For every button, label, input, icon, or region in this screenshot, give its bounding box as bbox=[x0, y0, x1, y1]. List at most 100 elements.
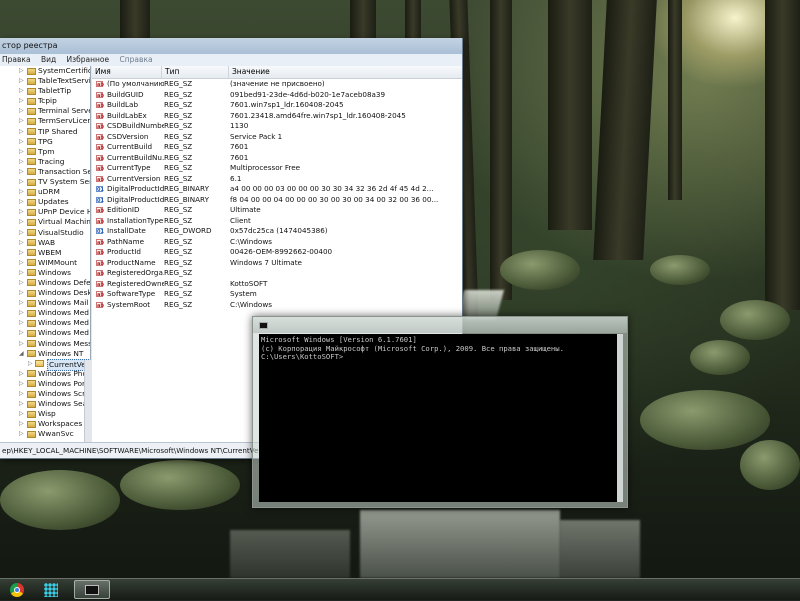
tree-scrollbar[interactable] bbox=[84, 360, 91, 442]
tree-node[interactable]: ▷ Tracing bbox=[0, 157, 90, 167]
cmd-scrollbar[interactable] bbox=[617, 334, 623, 502]
tree-node[interactable]: ▷ Transaction Se bbox=[0, 167, 90, 177]
column-header-type[interactable]: Тип bbox=[162, 66, 229, 78]
tree-node[interactable]: ▷ TIP Shared bbox=[0, 127, 90, 137]
tree-node[interactable]: ▷ Windows Med bbox=[0, 318, 90, 328]
expand-arrow-icon[interactable]: ▷ bbox=[19, 409, 24, 419]
tree-node[interactable]: ▷ Windows Med bbox=[0, 308, 90, 318]
tree-node[interactable]: ▷ Windows Desk bbox=[0, 288, 90, 298]
regedit-titlebar[interactable]: стор реестра bbox=[0, 38, 462, 54]
expand-arrow-icon[interactable]: ▷ bbox=[19, 76, 24, 86]
expand-arrow-icon[interactable]: ▷ bbox=[19, 147, 24, 157]
expand-arrow-icon[interactable]: ▷ bbox=[19, 268, 24, 278]
expand-arrow-icon[interactable]: ▷ bbox=[19, 207, 24, 217]
registry-value-row[interactable]: ab BuildLab REG_SZ 7601.win7sp1_ldr.160408-… bbox=[92, 100, 462, 111]
tree-node[interactable]: ▷ TabletTip bbox=[0, 86, 90, 96]
tree-node[interactable]: ▷ Terminal Serve bbox=[0, 106, 90, 116]
registry-value-row[interactable]: ab BuildGUID REG_SZ 091bed91-23de-4d6d-b020… bbox=[92, 90, 462, 101]
registry-value-row[interactable]: ab SoftwareType REG_SZ System bbox=[92, 289, 462, 300]
menu-edit[interactable]: Правка bbox=[2, 55, 31, 64]
taskbar-chrome-button[interactable] bbox=[2, 580, 32, 600]
expand-arrow-icon[interactable]: ▷ bbox=[19, 318, 24, 328]
expand-arrow-icon[interactable]: ▷ bbox=[19, 177, 24, 187]
expand-arrow-icon[interactable]: ▷ bbox=[19, 369, 24, 379]
registry-value-row[interactable]: ab InstallationType REG_SZ Client bbox=[92, 216, 462, 227]
tree-node[interactable]: ▷ Windows Phot bbox=[0, 369, 90, 379]
expand-arrow-icon[interactable]: ▷ bbox=[19, 399, 24, 409]
expand-arrow-icon[interactable]: ▷ bbox=[19, 298, 24, 308]
cmd-titlebar[interactable] bbox=[253, 317, 627, 333]
tree-node[interactable]: ▷ Tpm bbox=[0, 147, 90, 157]
expand-arrow-icon[interactable]: ▷ bbox=[19, 106, 24, 116]
tree-node[interactable]: ▷ Windows Scrip bbox=[0, 389, 90, 399]
expand-arrow-icon[interactable]: ▷ bbox=[19, 308, 24, 318]
registry-value-row[interactable]: ab CurrentBuild REG_SZ 7601 bbox=[92, 142, 462, 153]
registry-value-row[interactable]: ab CSDBuildNumber REG_SZ 1130 bbox=[92, 121, 462, 132]
registry-value-row[interactable]: ab RegisteredOrga... REG_SZ bbox=[92, 268, 462, 279]
registry-value-row[interactable]: ab CurrentType REG_SZ Multiprocessor Free bbox=[92, 163, 462, 174]
tree-node[interactable]: ▷ Windows Porta bbox=[0, 379, 90, 389]
tree-node[interactable]: ▷ WwanSvc bbox=[0, 429, 90, 439]
tree-node[interactable]: ▷ Updates bbox=[0, 197, 90, 207]
tree-node[interactable]: ▷ Windows Mess bbox=[0, 339, 90, 349]
console-output[interactable]: Microsoft Windows [Version 6.1.7601] (c) … bbox=[259, 334, 617, 502]
taskbar-cmd-button[interactable] bbox=[74, 580, 110, 599]
expand-arrow-icon[interactable]: ▷ bbox=[19, 379, 24, 389]
expand-arrow-icon[interactable]: ▷ bbox=[19, 248, 24, 258]
registry-value-row[interactable]: 01 DigitalProductId4 REG_BINARY f8 04 00 00… bbox=[92, 195, 462, 206]
expand-arrow-icon[interactable]: ▷ bbox=[19, 187, 24, 197]
tree-node[interactable]: ▷ UPnP Device H bbox=[0, 207, 90, 217]
registry-value-row[interactable]: 01 InstallDate REG_DWORD 0x57dc25ca (147404… bbox=[92, 226, 462, 237]
expand-arrow-icon[interactable]: ▷ bbox=[19, 328, 24, 338]
tree-node[interactable]: ▷ Virtual Machin bbox=[0, 217, 90, 227]
expand-arrow-icon[interactable]: ▷ bbox=[19, 96, 24, 106]
tree-node[interactable]: ▷ Windows Mail bbox=[0, 298, 90, 308]
tree-node[interactable]: ▷ Tcpip bbox=[0, 96, 90, 106]
registry-value-row[interactable]: ab (По умолчанию) REG_SZ (значение не присв… bbox=[92, 79, 462, 90]
expand-arrow-icon[interactable]: ▷ bbox=[19, 217, 24, 227]
tree-node[interactable]: ▷ TV System Ser bbox=[0, 177, 90, 187]
tree-node[interactable]: ▷ TableTextServi bbox=[0, 76, 90, 86]
column-header-data[interactable]: Значение bbox=[229, 66, 462, 78]
expand-arrow-icon[interactable]: ▷ bbox=[19, 197, 24, 207]
registry-value-row[interactable]: 01 DigitalProductId REG_BINARY a4 00 00 00 … bbox=[92, 184, 462, 195]
menu-view[interactable]: Вид bbox=[41, 55, 56, 64]
expand-arrow-icon[interactable]: ▷ bbox=[19, 389, 24, 399]
tree-node[interactable]: ▷ Windows Med bbox=[0, 328, 90, 338]
tree-node[interactable]: ▷ SystemCertific bbox=[0, 66, 90, 76]
registry-value-row[interactable]: ab CSDVersion REG_SZ Service Pack 1 bbox=[92, 132, 462, 143]
registry-value-row[interactable]: ab RegisteredOwner REG_SZ KottoSOFT bbox=[92, 279, 462, 290]
expand-arrow-icon[interactable]: ▷ bbox=[19, 288, 24, 298]
expand-arrow-icon[interactable]: ▷ bbox=[19, 137, 24, 147]
tree-node[interactable]: ▷ Windows Sear bbox=[0, 399, 90, 409]
tree-node[interactable]: ▷ WIMMount bbox=[0, 258, 90, 268]
column-header-name[interactable]: Имя bbox=[92, 66, 162, 78]
tree-node[interactable]: ▷ TermServLicer bbox=[0, 116, 90, 126]
expand-arrow-icon[interactable]: ▷ bbox=[19, 238, 24, 248]
expand-arrow-icon[interactable]: ▷ bbox=[19, 258, 24, 268]
registry-key-tree[interactable]: ▷ SystemCertific ▷ TableTextServi ▷ TabletTip… bbox=[0, 66, 91, 442]
expand-arrow-icon[interactable]: ▷ bbox=[28, 359, 33, 369]
tree-node[interactable]: ▷ Windows Defe bbox=[0, 278, 90, 288]
expand-arrow-icon[interactable]: ▷ bbox=[19, 339, 24, 349]
tree-node[interactable]: ◢ Windows NT bbox=[0, 349, 90, 359]
tree-node[interactable]: ▷ TPG bbox=[0, 137, 90, 147]
expand-arrow-icon[interactable]: ◢ bbox=[19, 349, 24, 359]
tree-node[interactable]: ▷ CurrentVer bbox=[0, 358, 90, 371]
tree-node[interactable]: ▷ Windows bbox=[0, 268, 90, 278]
tree-node[interactable]: ▷ WAB bbox=[0, 238, 90, 248]
command-prompt-window[interactable]: Microsoft Windows [Version 6.1.7601] (c) … bbox=[252, 316, 628, 508]
registry-value-row[interactable]: ab CurrentBuildNu... REG_SZ 7601 bbox=[92, 153, 462, 164]
taskbar-app-button[interactable] bbox=[36, 580, 66, 600]
expand-arrow-icon[interactable]: ▷ bbox=[19, 228, 24, 238]
expand-arrow-icon[interactable]: ▷ bbox=[19, 157, 24, 167]
expand-arrow-icon[interactable]: ▷ bbox=[19, 278, 24, 288]
expand-arrow-icon[interactable]: ▷ bbox=[19, 66, 24, 76]
tree-node[interactable]: ▷ WBEM bbox=[0, 248, 90, 258]
tree-node[interactable]: ▷ VisualStudio bbox=[0, 228, 90, 238]
registry-value-row[interactable]: ab BuildLabEx REG_SZ 7601.23418.amd64fre.wi… bbox=[92, 111, 462, 122]
registry-value-row[interactable]: ab EditionID REG_SZ Ultimate bbox=[92, 205, 462, 216]
registry-value-row[interactable]: ab SystemRoot REG_SZ C:\Windows bbox=[92, 300, 462, 311]
registry-value-row[interactable]: ab CurrentVersion REG_SZ 6.1 bbox=[92, 174, 462, 185]
registry-value-row[interactable]: ab ProductId REG_SZ 00426-OEM-8992662-00400 bbox=[92, 247, 462, 258]
